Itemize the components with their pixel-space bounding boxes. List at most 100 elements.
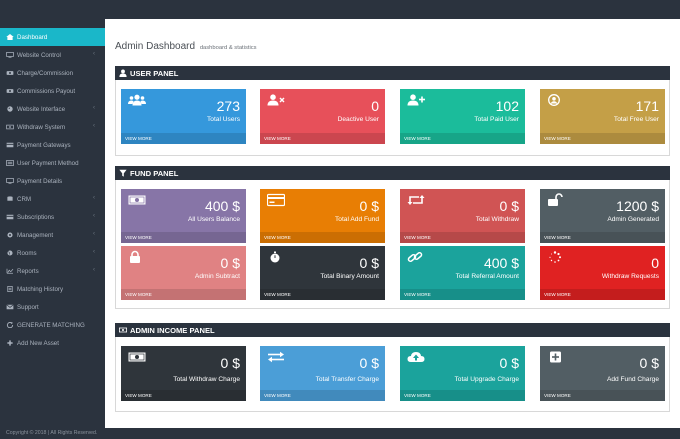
- card-value: 0: [651, 255, 659, 271]
- sidebar-item-management[interactable]: Management ‹: [0, 226, 105, 244]
- card-add-fund-charge[interactable]: 0 $ Add Fund Charge VIEW MORE: [540, 346, 665, 401]
- retweet-icon: [407, 195, 425, 205]
- sidebar-item-support[interactable]: Support: [0, 298, 105, 316]
- card-label: Total Users: [207, 116, 240, 123]
- sidebar-item-label: Rooms: [17, 249, 37, 257]
- card-label: Total Withdraw Charge: [173, 376, 240, 383]
- globe-icon: [7, 250, 13, 256]
- sidebar: Dashboard Website Control ‹ Charge/Commi…: [0, 28, 114, 428]
- card-total-withdraw-charge[interactable]: 0 $ Total Withdraw Charge VIEW MORE: [121, 346, 246, 401]
- card-total-paid-user[interactable]: 102 Total Paid User VIEW MORE: [400, 89, 525, 144]
- view-more-link[interactable]: VIEW MORE: [400, 390, 525, 401]
- user-panel-header: USER PANEL: [115, 66, 670, 80]
- card-label: Add Fund Charge: [606, 376, 659, 383]
- card-label: Admin Generated: [607, 216, 659, 223]
- monitor-icon: [6, 178, 14, 184]
- card-total-binary-amount[interactable]: 0 $ Total Binary Amount VIEW MORE: [260, 246, 385, 300]
- sidebar-item-charge-commission[interactable]: Charge/Commission: [0, 64, 105, 82]
- fund-panel-header: FUND PANEL: [115, 166, 670, 180]
- db-icon: [7, 196, 13, 201]
- card-admin-generated[interactable]: 1200 $ Admin Generated VIEW MORE: [540, 189, 665, 243]
- gear-icon: [7, 232, 13, 238]
- sidebar-item-user-payment-method[interactable]: User Payment Method: [0, 154, 105, 172]
- card-label: All Users Balance: [187, 216, 240, 223]
- chart-icon: [6, 268, 14, 274]
- sidebar-item-dashboard[interactable]: Dashboard: [0, 28, 114, 46]
- sidebar-item-payment-gateways[interactable]: Payment Gateways: [0, 136, 105, 154]
- page-title-text: Admin Dashboard: [115, 41, 196, 52]
- sidebar-item-label: User Payment Method: [17, 159, 79, 167]
- card-total-referral-amount[interactable]: 400 $ Total Referral Amount VIEW MORE: [400, 246, 525, 300]
- sidebar-item-generate-matching[interactable]: GENERATE MATCHING: [0, 316, 105, 334]
- view-more-link[interactable]: VIEW MORE: [121, 232, 246, 243]
- chevron-left-icon: ‹: [93, 267, 95, 273]
- view-more-link[interactable]: VIEW MORE: [540, 289, 665, 300]
- money-icon: [6, 71, 14, 75]
- plus-square-icon: [550, 351, 561, 363]
- home-icon: [6, 34, 14, 40]
- unlock-icon: [548, 193, 563, 206]
- top-bar: [0, 0, 680, 19]
- sidebar-item-website-interface[interactable]: Website Interface ‹: [0, 100, 105, 118]
- sidebar-item-matching-history[interactable]: Matching History: [0, 280, 105, 298]
- card-total-free-user[interactable]: 171 Total Free User VIEW MORE: [540, 89, 665, 144]
- sidebar-item-label: Website Control: [17, 51, 61, 59]
- sidebar-item-label: Management: [17, 231, 54, 239]
- palette-icon: [7, 106, 13, 112]
- view-more-link[interactable]: VIEW MORE: [260, 133, 385, 144]
- sidebar-item-rooms[interactable]: Rooms ‹: [0, 244, 105, 262]
- sidebar-item-label: Withdraw System: [17, 123, 66, 131]
- view-more-link[interactable]: VIEW MORE: [260, 390, 385, 401]
- income-panel-header: ADMIN INCOME PANEL: [115, 323, 670, 337]
- card-label: Total Add Fund: [335, 216, 379, 223]
- view-more-link[interactable]: VIEW MORE: [121, 133, 246, 144]
- card-label: Total Transfer Charge: [315, 376, 379, 383]
- user-times-icon: [267, 94, 285, 106]
- view-more-link[interactable]: VIEW MORE: [400, 133, 525, 144]
- card-label: Total Binary Amount: [320, 273, 379, 280]
- view-more-link[interactable]: VIEW MORE: [260, 289, 385, 300]
- card-total-add-fund[interactable]: 0 $ Total Add Fund VIEW MORE: [260, 189, 385, 243]
- card-value: 400 $: [204, 198, 240, 214]
- view-more-link[interactable]: VIEW MORE: [540, 390, 665, 401]
- view-more-link[interactable]: VIEW MORE: [400, 289, 525, 300]
- view-more-link[interactable]: VIEW MORE: [260, 232, 385, 243]
- view-more-link[interactable]: VIEW MORE: [400, 232, 525, 243]
- card-total-upgrade-charge[interactable]: 0 $ Total Upgrade Charge VIEW MORE: [400, 346, 525, 401]
- card-total-users[interactable]: 273 Total Users VIEW MORE: [121, 89, 246, 144]
- card-value: 400 $: [483, 255, 519, 271]
- exchange-icon: [268, 351, 284, 363]
- card-admin-subtract[interactable]: 0 $ Admin Subtract VIEW MORE: [121, 246, 246, 300]
- sidebar-item-withdraw-system[interactable]: Withdraw System ‹: [0, 118, 105, 136]
- chevron-left-icon: ‹: [93, 105, 95, 111]
- card-value: 0 $: [359, 355, 379, 371]
- user-panel-body: 273 Total Users VIEW MORE 0 Deactive Use…: [115, 80, 670, 156]
- card-total-transfer-charge[interactable]: 0 $ Total Transfer Charge VIEW MORE: [260, 346, 385, 401]
- view-more-link[interactable]: VIEW MORE: [540, 133, 665, 144]
- spinner-icon: [549, 251, 561, 263]
- card-withdraw-requests[interactable]: 0 Withdraw Requests VIEW MORE: [540, 246, 665, 300]
- sidebar-item-label: Payment Details: [17, 177, 63, 185]
- sidebar-item-label: Support: [17, 303, 39, 311]
- sidebar-item-payment-details[interactable]: Payment Details: [0, 172, 105, 190]
- sidebar-item-commissions-payout[interactable]: Commissions Payout: [0, 82, 105, 100]
- sidebar-item-crm[interactable]: CRM ‹: [0, 190, 105, 208]
- sidebar-item-subscriptions[interactable]: Subscriptions ‹: [0, 208, 105, 226]
- view-more-link[interactable]: VIEW MORE: [540, 232, 665, 243]
- cash-icon: [128, 195, 146, 205]
- card-value: 0 $: [499, 198, 519, 214]
- card-total-withdraw[interactable]: 0 $ Total Withdraw VIEW MORE: [400, 189, 525, 243]
- card-value: 0 $: [639, 355, 659, 371]
- sidebar-item-add-new-asset[interactable]: Add New Asset: [0, 334, 105, 352]
- sidebar-item-website-control[interactable]: Website Control ‹: [0, 46, 105, 64]
- card-label: Total Free User: [613, 116, 659, 123]
- view-more-link[interactable]: VIEW MORE: [121, 289, 246, 300]
- view-more-link[interactable]: VIEW MORE: [121, 390, 246, 401]
- card-label: Total Paid User: [474, 116, 519, 123]
- sidebar-item-reports[interactable]: Reports ‹: [0, 262, 105, 280]
- panel-title: USER PANEL: [130, 68, 179, 78]
- card-all-users-balance[interactable]: 400 $ All Users Balance VIEW MORE: [121, 189, 246, 243]
- card-value: 0 $: [220, 355, 240, 371]
- card-deactive-user[interactable]: 0 Deactive User VIEW MORE: [260, 89, 385, 144]
- card-icon: [6, 142, 14, 148]
